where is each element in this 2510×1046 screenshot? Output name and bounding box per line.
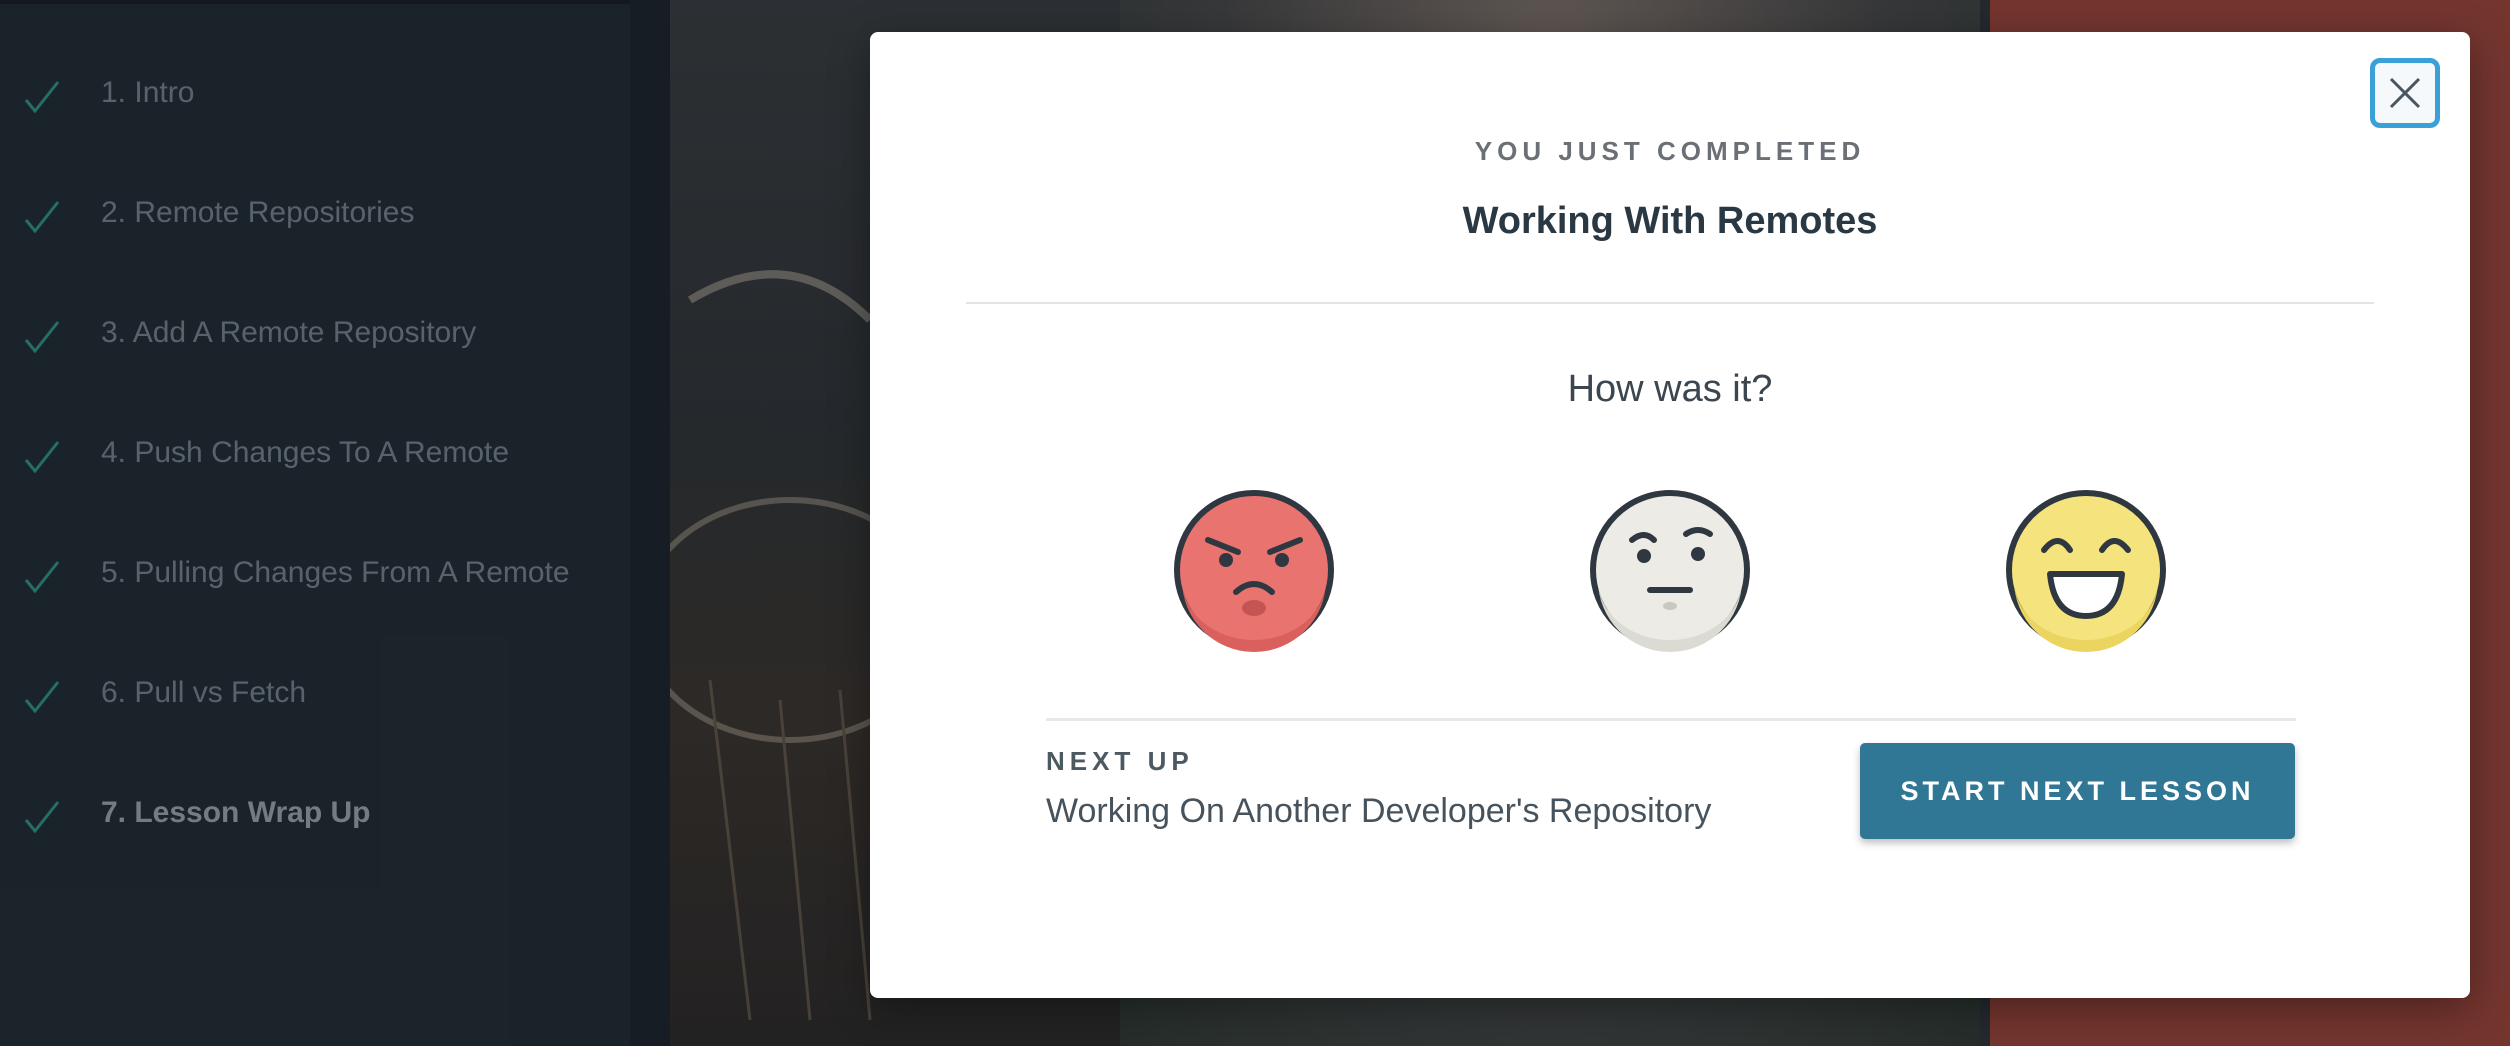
happy-face-icon [2006, 490, 2166, 652]
close-button[interactable] [2370, 58, 2440, 128]
close-icon [2389, 77, 2421, 109]
completed-eyebrow: YOU JUST COMPLETED [1474, 136, 1866, 166]
rating-good-button[interactable] [2004, 488, 2168, 652]
neutral-face-icon [1590, 490, 1750, 652]
angry-face-icon [1174, 490, 1334, 652]
rating-question: How was it? [1567, 368, 1773, 410]
start-next-lesson-button[interactable]: START NEXT LESSON [1860, 743, 2295, 839]
next-lesson-title: Working On Another Developer's Repositor… [1046, 792, 1712, 830]
next-up-label: NEXT UP [1046, 746, 1194, 776]
divider [1046, 718, 2296, 721]
rating-okay-button[interactable] [1588, 488, 1752, 652]
rating-bad-button[interactable] [1172, 488, 1336, 652]
completed-lesson-title: Working With Remotes [1462, 200, 1878, 242]
lesson-complete-modal: YOU JUST COMPLETED Working With Remotes … [870, 32, 2470, 998]
divider [966, 302, 2374, 304]
